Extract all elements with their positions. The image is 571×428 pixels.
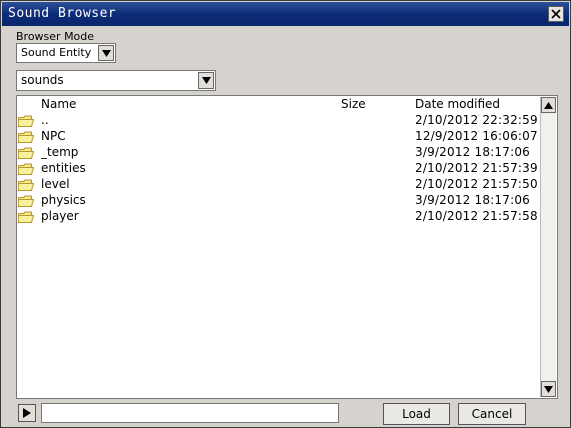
- load-button[interactable]: Load: [383, 403, 450, 425]
- browser-mode-dropdown-button[interactable]: [98, 45, 114, 61]
- folder-icon: [18, 147, 34, 159]
- list-item[interactable]: level 2/10/2012 21:57:50: [17, 177, 540, 193]
- vertical-scrollbar[interactable]: [540, 97, 556, 397]
- file-date: 3/9/2012 18:17:06: [415, 145, 531, 159]
- scroll-up-button[interactable]: [541, 97, 556, 113]
- list-item[interactable]: entities 2/10/2012 21:57:39: [17, 161, 540, 177]
- column-header-date[interactable]: Date modified: [415, 97, 500, 111]
- file-name: level: [41, 177, 70, 191]
- file-date: 2/10/2012 21:57:39: [415, 161, 538, 175]
- file-name: player: [41, 209, 79, 223]
- file-name: entities: [41, 161, 86, 175]
- window-title: Sound Browser: [8, 6, 117, 21]
- list-item[interactable]: _temp 3/9/2012 18:17:06: [17, 145, 540, 161]
- browser-mode-value: Sound Entity: [21, 46, 92, 59]
- sound-browser-window: Sound Browser Browser Mode Sound Entity …: [0, 0, 571, 428]
- file-name: physics: [41, 193, 86, 207]
- file-date: 2/10/2012 22:32:59: [415, 113, 538, 127]
- file-name: NPC: [41, 129, 66, 143]
- arrow-up-icon: [544, 102, 553, 109]
- path-value: sounds: [21, 73, 64, 87]
- list-item[interactable]: NPC 12/9/2012 16:06:07: [17, 129, 540, 145]
- folder-icon: [18, 195, 34, 207]
- folder-icon: [18, 131, 34, 143]
- play-icon: [23, 408, 31, 418]
- file-name: _temp: [41, 145, 79, 159]
- file-date: 2/10/2012 21:57:50: [415, 177, 538, 191]
- filename-input[interactable]: [41, 403, 339, 423]
- file-date: 3/9/2012 18:17:06: [415, 193, 531, 207]
- list-item[interactable]: physics 3/9/2012 18:17:06: [17, 193, 540, 209]
- path-dropdown-button[interactable]: [198, 72, 214, 89]
- close-icon: [551, 9, 561, 19]
- folder-icon: [18, 115, 34, 127]
- file-date: 12/9/2012 16:06:07: [415, 129, 538, 143]
- scroll-down-button[interactable]: [541, 381, 556, 397]
- play-button[interactable]: [18, 404, 36, 422]
- chevron-down-icon: [202, 77, 211, 84]
- folder-icon: [18, 163, 34, 175]
- arrow-down-icon: [544, 386, 553, 393]
- list-item[interactable]: .. 2/10/2012 22:32:59: [17, 113, 540, 129]
- folder-icon: [18, 211, 34, 223]
- cancel-button[interactable]: Cancel: [458, 403, 526, 425]
- file-list[interactable]: Name Size Date modified .. 2/10/2012 22:3…: [16, 95, 558, 399]
- close-button[interactable]: [548, 6, 564, 22]
- browser-mode-label: Browser Mode: [16, 30, 95, 43]
- title-bar[interactable]: Sound Browser: [2, 2, 569, 26]
- folder-icon: [18, 179, 34, 191]
- chevron-down-icon: [102, 50, 111, 57]
- file-date: 2/10/2012 21:57:58: [415, 209, 538, 223]
- column-header-size[interactable]: Size: [341, 97, 366, 111]
- browser-mode-dropdown[interactable]: Sound Entity: [16, 43, 116, 63]
- path-dropdown[interactable]: sounds: [16, 70, 216, 91]
- list-item[interactable]: player 2/10/2012 21:57:58: [17, 209, 540, 225]
- file-name: ..: [41, 113, 49, 127]
- column-header-name[interactable]: Name: [41, 97, 76, 111]
